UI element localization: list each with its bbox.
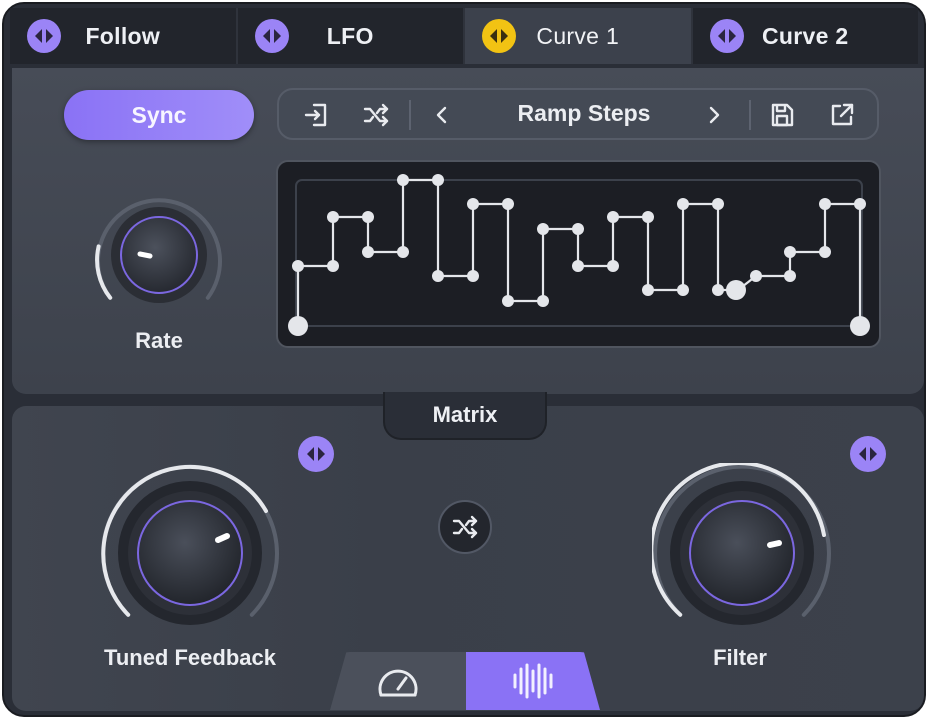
step-curve[interactable] (278, 162, 879, 346)
mod-arrows-icon[interactable] (481, 18, 517, 54)
shuffle-icon (452, 515, 478, 539)
chevron-left-icon (436, 106, 447, 124)
curve-graph[interactable] (276, 160, 881, 348)
toolbar-divider (409, 100, 411, 130)
tab-follow[interactable]: Follow (10, 8, 238, 64)
chevron-right-icon (709, 106, 720, 124)
mod-arrows-icon[interactable] (849, 435, 887, 473)
tab-curve-2[interactable]: Curve 2 (692, 8, 918, 64)
rate-label: Rate (135, 328, 183, 353)
randomize-button[interactable] (359, 98, 393, 132)
mod-arrows-icon[interactable] (254, 18, 290, 54)
mod-arrows-icon[interactable] (709, 18, 745, 54)
tab-waveform-view[interactable] (466, 652, 600, 710)
previous-preset-button[interactable] (425, 98, 459, 132)
matrix-randomize-button[interactable] (438, 500, 492, 554)
tuned-feedback-knob[interactable] (100, 463, 280, 643)
import-button[interactable] (299, 98, 333, 132)
matrix-title: Matrix (383, 392, 547, 440)
shuffle-icon (363, 103, 389, 127)
tab-label: Curve 2 (762, 22, 849, 49)
tab-curve-1[interactable]: Curve 1 (465, 8, 693, 64)
preset-toolbar: Ramp Steps (277, 88, 879, 140)
tab-gauge-view[interactable] (330, 652, 466, 710)
next-preset-button[interactable] (697, 98, 731, 132)
tab-label: LFO (326, 22, 374, 49)
view-switcher (330, 652, 600, 710)
mod-arrows-icon[interactable] (26, 18, 62, 54)
tuned-feedback-label: Tuned Feedback (104, 645, 276, 670)
preset-name[interactable]: Ramp Steps (489, 100, 679, 127)
waveform-icon (513, 663, 553, 699)
save-preset-button[interactable] (765, 98, 799, 132)
export-icon (831, 103, 854, 126)
filter-knob[interactable] (652, 463, 832, 643)
tab-label: Curve 1 (536, 22, 620, 49)
mod-arrows-icon[interactable] (297, 435, 335, 473)
sync-button[interactable]: Sync (64, 90, 254, 140)
tab-lfo[interactable]: LFO (237, 8, 465, 64)
toolbar-divider (749, 100, 751, 130)
modulator-tabs: Follow LFO Curve 1 Curve 2 (10, 8, 918, 64)
import-icon (304, 103, 327, 127)
gauge-icon (378, 669, 418, 697)
export-preset-button[interactable] (825, 98, 859, 132)
tab-label: Follow (85, 22, 161, 49)
save-icon (771, 103, 794, 127)
filter-label: Filter (713, 645, 767, 670)
rate-knob[interactable] (88, 184, 230, 326)
